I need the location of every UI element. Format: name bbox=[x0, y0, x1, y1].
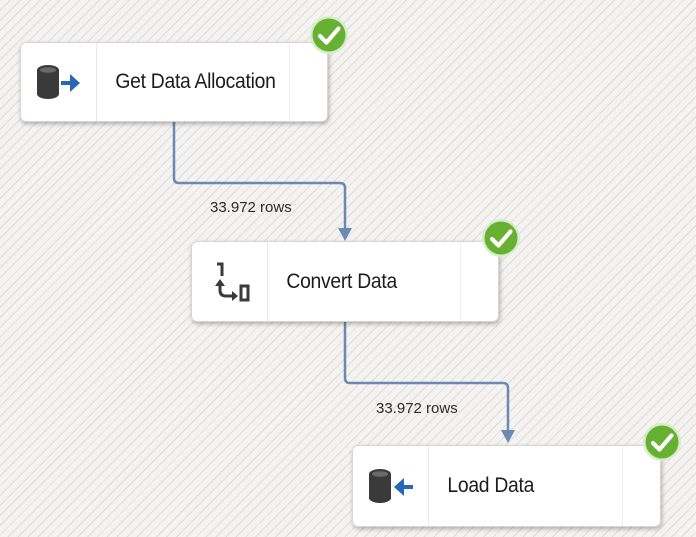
task-get-data-allocation[interactable]: Get Data Allocation bbox=[20, 42, 328, 122]
task-load-data[interactable]: Load Data bbox=[352, 445, 661, 527]
data-flow-canvas[interactable]: 33.972 rows 33.972 rows Get Data Allocat… bbox=[0, 0, 696, 537]
success-check-icon bbox=[310, 16, 348, 54]
path-1-arrowhead bbox=[338, 228, 352, 241]
success-check-icon bbox=[643, 423, 681, 461]
path-2-row-count: 33.972 rows bbox=[376, 400, 458, 417]
success-check-icon bbox=[482, 219, 520, 257]
path-2-arrowhead bbox=[501, 430, 515, 443]
task-convert-data[interactable]: Convert Data bbox=[191, 241, 499, 322]
task-icon-cell bbox=[192, 242, 268, 321]
task-label: Get Data Allocation bbox=[115, 70, 276, 93]
destination-database-icon bbox=[368, 469, 413, 503]
task-label: Load Data bbox=[447, 474, 535, 497]
task-label: Convert Data bbox=[286, 269, 397, 293]
data-conversion-icon bbox=[214, 262, 249, 301]
task-icon-cell bbox=[21, 43, 97, 121]
task-icon-cell bbox=[353, 446, 429, 526]
path-2-connector[interactable] bbox=[343, 322, 515, 443]
path-1-connector[interactable] bbox=[172, 122, 352, 241]
path-1-row-count: 33.972 rows bbox=[210, 199, 292, 216]
source-database-icon bbox=[36, 65, 80, 99]
